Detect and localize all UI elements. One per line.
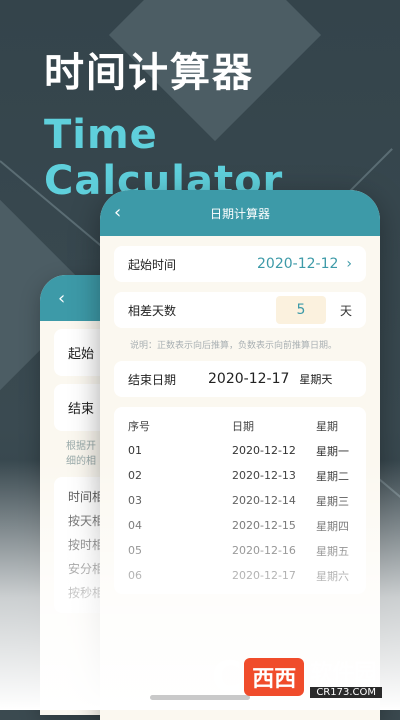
- hero-title: 时间计算器: [44, 50, 254, 96]
- row-index: 01: [128, 444, 142, 457]
- watermark-url: CR173.COM: [310, 687, 382, 698]
- date-table: 序号 日期 星期 01 2020-12-12 星期一 02 2020-12-13…: [114, 407, 366, 594]
- start-label: 起始: [68, 347, 95, 362]
- table-row: 02 2020-12-13 星期二: [128, 463, 352, 488]
- watermark-letter: C: [211, 651, 243, 701]
- row-date: 2020-12-12: [232, 444, 296, 457]
- row-date: 2020-12-17: [232, 569, 296, 582]
- header-weekday: 星期: [316, 419, 338, 433]
- watermark-badge: 西西: [244, 657, 305, 696]
- header-title: 日期计算器: [209, 206, 270, 221]
- end-date-row: 结束日期 2020-12-17 星期天: [114, 361, 366, 397]
- row-weekday: 星期三: [316, 494, 349, 508]
- table-row: 06 2020-12-17 星期六: [128, 563, 352, 588]
- end-weekday-value: 星期天: [299, 373, 333, 386]
- row-weekday: 星期一: [316, 444, 349, 458]
- row-date: 2020-12-15: [232, 519, 296, 532]
- row-weekday: 星期二: [316, 469, 349, 483]
- back-icon[interactable]: ‹: [114, 202, 121, 223]
- header-index: 序号: [128, 419, 150, 433]
- watermark-logo: C 西西 软件园 CR173.COM: [211, 655, 382, 698]
- row-index: 03: [128, 494, 142, 507]
- row-index: 06: [128, 569, 142, 582]
- end-date-label: 结束日期: [128, 372, 177, 387]
- watermark-main-text: 软件园: [310, 661, 377, 686]
- row-date: 2020-12-13: [232, 469, 296, 482]
- back-icon[interactable]: ‹: [58, 288, 65, 309]
- start-time-row[interactable]: 起始时间 2020-12-12 ›: [114, 246, 366, 282]
- explanation-note: 说明：正数表示向后推算，负数表示向前推算日期。: [130, 341, 338, 351]
- end-label: 结束: [68, 402, 95, 417]
- start-date-value[interactable]: 2020-12-12: [257, 256, 338, 272]
- row-weekday: 星期四: [316, 519, 349, 533]
- chevron-right-icon[interactable]: ›: [346, 256, 352, 272]
- front-phone-mockup: ‹ 日期计算器 起始时间 2020-12-12 › 相差天数 5 天 说明：正数…: [100, 190, 380, 720]
- row-weekday: 星期六: [316, 569, 349, 583]
- day-unit: 天: [339, 303, 352, 318]
- start-time-label: 起始时间: [128, 257, 177, 272]
- table-header: 序号 日期 星期: [128, 413, 352, 438]
- day-diff-input[interactable]: 5: [275, 296, 326, 324]
- row-date: 2020-12-16: [232, 544, 296, 557]
- row-date: 2020-12-14: [232, 494, 296, 507]
- app-header: ‹ 日期计算器: [100, 190, 380, 236]
- row-weekday: 星期五: [316, 544, 349, 558]
- day-diff-label: 相差天数: [128, 303, 177, 318]
- table-row: 05 2020-12-16 星期五: [128, 538, 352, 563]
- end-date-value: 2020-12-17: [208, 371, 290, 387]
- header-date: 日期: [232, 419, 254, 433]
- row-index: 02: [128, 469, 142, 482]
- table-row: 04 2020-12-15 星期四: [128, 513, 352, 538]
- table-row: 01 2020-12-12 星期一: [128, 438, 352, 463]
- row-index: 05: [128, 544, 142, 557]
- table-row: 03 2020-12-14 星期三: [128, 488, 352, 513]
- row-index: 04: [128, 519, 142, 532]
- day-diff-row: 相差天数 5 天: [114, 292, 366, 328]
